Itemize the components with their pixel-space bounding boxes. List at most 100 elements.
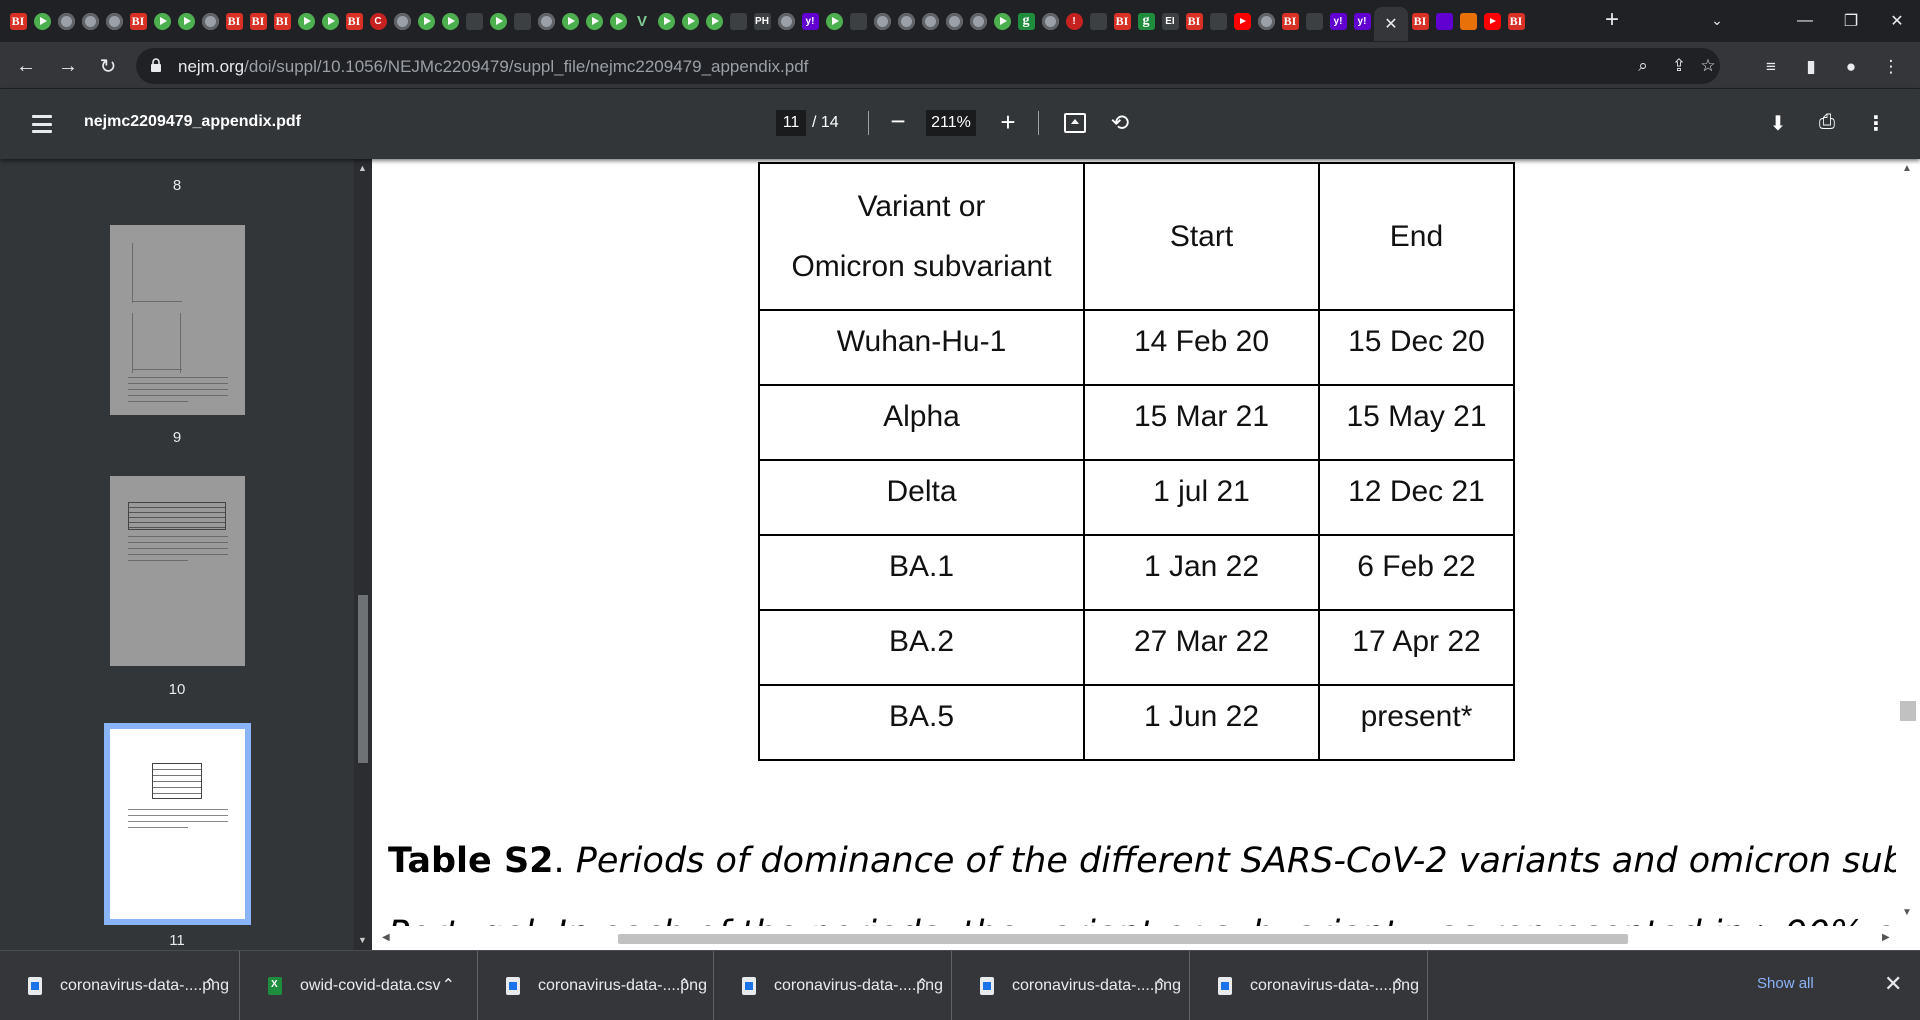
zoom-in-button[interactable]: + — [996, 109, 1020, 136]
browser-tab[interactable] — [726, 7, 750, 35]
download-item[interactable]: coronavirus-data-....png ⌃ — [1190, 951, 1428, 1020]
browser-tab[interactable] — [486, 7, 510, 35]
browser-tab[interactable]: BI — [270, 7, 294, 35]
scroll-up-arrow[interactable]: ▲ — [1902, 163, 1912, 174]
browser-tab[interactable] — [1254, 7, 1278, 35]
browser-tab[interactable]: y! — [1326, 7, 1350, 35]
download-icon[interactable]: ⬇ — [1766, 111, 1790, 135]
browser-tab[interactable] — [438, 7, 462, 35]
browser-tab[interactable]: y! — [1350, 7, 1374, 35]
browser-tab[interactable] — [582, 7, 606, 35]
print-icon[interactable]: ⎙ — [1814, 111, 1840, 135]
close-downloads-bar-icon[interactable]: ✕ — [1884, 971, 1902, 997]
browser-tab[interactable]: BI — [1504, 7, 1528, 35]
browser-tab[interactable] — [78, 7, 102, 35]
zoom-out-button[interactable]: − — [886, 108, 910, 136]
download-item[interactable]: coronavirus-data-....png ⌃ — [714, 951, 952, 1020]
zoom-level-input[interactable]: 211% — [926, 110, 976, 136]
browser-tab[interactable] — [846, 7, 870, 35]
pdf-viewport[interactable]: Variant or Omicron subvariant Start End … — [372, 159, 1920, 950]
browser-tab[interactable] — [822, 7, 846, 35]
browser-tab[interactable] — [870, 7, 894, 35]
scroll-up-arrow[interactable]: ▲ — [358, 163, 367, 173]
browser-tab[interactable]: C — [366, 7, 390, 35]
browser-tab[interactable]: BI — [1110, 7, 1134, 35]
browser-tab[interactable] — [198, 7, 222, 35]
browser-tab[interactable] — [102, 7, 126, 35]
browser-tab[interactable]: BI — [1182, 7, 1206, 35]
scroll-right-arrow[interactable]: ▶ — [1882, 932, 1890, 943]
chevron-up-icon[interactable]: ⌃ — [1392, 975, 1405, 995]
browser-tab[interactable] — [966, 7, 990, 35]
browser-tab[interactable] — [1038, 7, 1062, 35]
tab-search-button[interactable]: ⌄ — [1702, 6, 1732, 34]
browser-tab[interactable] — [1230, 7, 1254, 35]
page-scroll-thumb[interactable] — [1900, 701, 1916, 721]
active-tab[interactable]: ✕ — [1374, 7, 1408, 41]
browser-tab[interactable]: BI — [1278, 7, 1302, 35]
rotate-icon[interactable]: ⟲ — [1108, 111, 1132, 135]
browser-tab[interactable] — [654, 7, 678, 35]
page-horizontal-scrollbar[interactable]: ◀ ▶ — [372, 926, 1896, 950]
profile-icon[interactable]: ● — [1840, 56, 1862, 78]
page-vertical-scrollbar[interactable]: ▲ ▼ — [1896, 159, 1920, 950]
browser-tab[interactable] — [774, 7, 798, 35]
zoom-icon[interactable]: ⌕ — [1632, 55, 1654, 77]
download-item[interactable]: coronavirus-data-....png ⌃ — [0, 951, 240, 1020]
browser-tab[interactable] — [990, 7, 1014, 35]
page-number-input[interactable]: 11 — [776, 110, 806, 136]
more-actions-icon[interactable]: ⋮ — [1864, 111, 1888, 135]
browser-tab[interactable] — [894, 7, 918, 35]
browser-tab[interactable] — [174, 7, 198, 35]
browser-tab[interactable] — [942, 7, 966, 35]
browser-tab[interactable] — [606, 7, 630, 35]
bookmark-star-icon[interactable]: ☆ — [1698, 55, 1718, 77]
scroll-down-arrow[interactable]: ▼ — [1902, 907, 1912, 918]
forward-button[interactable]: → — [52, 50, 84, 82]
scroll-left-arrow[interactable]: ◀ — [382, 932, 390, 943]
side-panel-icon[interactable]: ▮ — [1800, 56, 1822, 78]
horizontal-scroll-thumb[interactable] — [618, 934, 1628, 944]
browser-tab[interactable]: BI — [222, 7, 246, 35]
browser-tab[interactable] — [1480, 7, 1504, 35]
new-tab-button[interactable]: + — [1598, 6, 1626, 34]
download-item[interactable]: coronavirus-data-....png ⌃ — [952, 951, 1190, 1020]
browser-tab[interactable]: g — [1134, 7, 1158, 35]
browser-tab[interactable]: BI — [126, 7, 150, 35]
browser-menu-icon[interactable]: ⋮ — [1880, 56, 1902, 78]
minimize-button[interactable]: — — [1782, 0, 1828, 42]
browser-tab[interactable] — [318, 7, 342, 35]
browser-tab[interactable] — [150, 7, 174, 35]
chevron-up-icon[interactable]: ⌃ — [442, 975, 455, 995]
sidebar-scroll-thumb[interactable] — [358, 595, 368, 763]
chevron-up-icon[interactable]: ⌃ — [1154, 975, 1167, 995]
browser-tab[interactable]: BI — [342, 7, 366, 35]
browser-tab[interactable] — [678, 7, 702, 35]
close-tab-icon[interactable]: ✕ — [1384, 14, 1397, 34]
browser-tab[interactable] — [1432, 7, 1456, 35]
browser-tab[interactable] — [702, 7, 726, 35]
browser-tab[interactable] — [462, 7, 486, 35]
browser-tab[interactable] — [1456, 7, 1480, 35]
browser-tab[interactable] — [390, 7, 414, 35]
browser-tab[interactable]: ! — [1062, 7, 1086, 35]
browser-tab[interactable] — [558, 7, 582, 35]
browser-tab[interactable]: g — [1014, 7, 1038, 35]
browser-tab[interactable] — [918, 7, 942, 35]
reload-button[interactable]: ↻ — [92, 50, 124, 82]
chevron-up-icon[interactable]: ⌃ — [678, 975, 691, 995]
browser-tab[interactable]: BI — [6, 7, 30, 35]
chevron-up-icon[interactable]: ⌃ — [916, 975, 929, 995]
browser-tab[interactable] — [1206, 7, 1230, 35]
media-controls-icon[interactable]: ≡ — [1760, 56, 1782, 78]
browser-tab[interactable]: PH — [750, 7, 774, 35]
browser-tab[interactable] — [510, 7, 534, 35]
browser-tab[interactable] — [294, 7, 318, 35]
browser-tab[interactable]: y! — [798, 7, 822, 35]
page-thumbnail-9[interactable] — [110, 225, 245, 415]
browser-tab[interactable]: V — [630, 7, 654, 35]
close-window-button[interactable]: ✕ — [1874, 0, 1920, 42]
address-bar[interactable]: nejm.org/doi/suppl/10.1056/NEJMc2209479/… — [136, 48, 1720, 84]
back-button[interactable]: ← — [10, 50, 42, 82]
scroll-down-arrow[interactable]: ▼ — [358, 935, 367, 945]
